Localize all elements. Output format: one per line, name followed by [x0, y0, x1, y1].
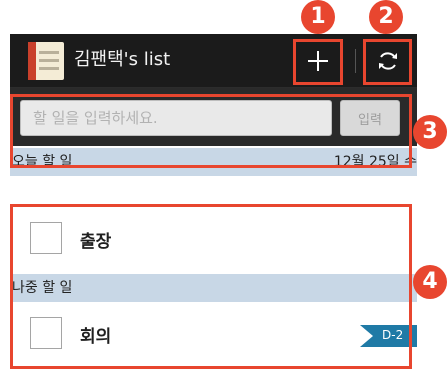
callout-outline-input	[10, 94, 412, 168]
notebook-icon	[28, 42, 64, 80]
callout-badge-4: 4	[413, 265, 447, 299]
callout-outline-refresh	[363, 39, 412, 85]
callout-badge-2: 2	[369, 0, 403, 34]
action-bar: 김팬택's list	[10, 34, 417, 88]
callout-badge-1: 1	[301, 0, 335, 34]
list-title: 김팬택's list	[74, 49, 171, 70]
callout-outline-list	[10, 204, 412, 369]
callout-badge-3: 3	[413, 115, 447, 149]
callout-outline-add	[293, 39, 343, 85]
action-bar-divider	[355, 49, 356, 73]
